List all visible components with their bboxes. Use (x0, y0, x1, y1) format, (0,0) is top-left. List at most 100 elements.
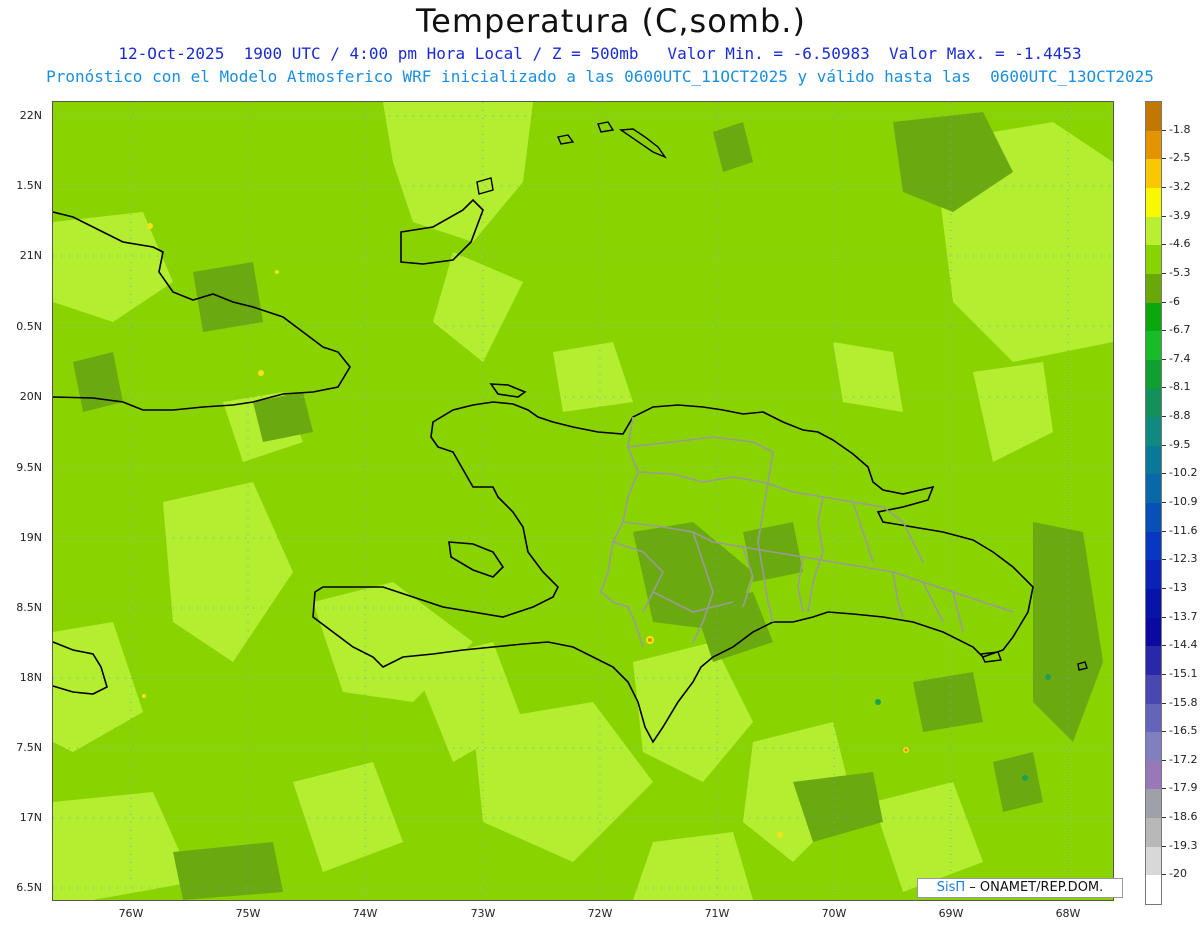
colorbar-tick (1162, 817, 1166, 819)
colorbar-label: -5.3 (1169, 265, 1191, 279)
colorbar-label: -12.3 (1169, 552, 1198, 566)
colorbar-segment (1146, 245, 1161, 275)
colorbar-tick (1162, 616, 1166, 618)
colorbar-label: -10.9 (1169, 495, 1198, 508)
colorbar-tick (1162, 673, 1166, 675)
colorbar-label: -13 (1169, 580, 1187, 594)
colorbar-label: -18.6 (1169, 810, 1198, 824)
colorbar-segment (1146, 331, 1161, 361)
colorbar-segment (1146, 818, 1161, 848)
colorbar-label: -15.1 (1169, 666, 1198, 680)
colorbar-tick (1162, 702, 1166, 704)
temperature-field-map (53, 102, 1113, 900)
onamet-credit: – ONAMET/REP.DOM. (965, 880, 1104, 895)
map-subtitle-model-run: Pronóstico con el Modelo Atmosferico WRF… (46, 67, 1154, 86)
colorbar-label: -20 (1169, 867, 1187, 881)
colorbar-segment (1146, 445, 1161, 475)
colorbar-label: -8.8 (1169, 409, 1191, 423)
lat-label-20-5n: 0.5N (16, 320, 42, 333)
temperature-colorbar (1145, 101, 1162, 905)
colorbar-tick (1162, 301, 1166, 303)
colorbar-tick (1162, 502, 1166, 503)
colorbar-tick (1162, 473, 1166, 475)
lat-label-22n: 22N (19, 109, 42, 122)
colorbar-segment (1146, 789, 1161, 819)
colorbar-label: -19.3 (1169, 838, 1198, 852)
colorbar-tick (1162, 358, 1166, 360)
colorbar-label: -4.6 (1169, 237, 1191, 251)
sispi-brand: SisΠ (936, 880, 966, 895)
lon-label-75w: 75W (235, 907, 261, 920)
colorbar-label: -9.5 (1169, 437, 1191, 451)
lon-label-69w: 69W (938, 907, 964, 920)
colorbar-tick (1162, 587, 1166, 589)
colorbar-segment (1146, 159, 1161, 189)
colorbar-label: -3.9 (1169, 208, 1191, 222)
colorbar-tick (1162, 530, 1166, 532)
colorbar-segment (1146, 560, 1161, 590)
colorbar-label: -6.7 (1169, 323, 1191, 337)
colorbar-tick (1162, 244, 1166, 246)
colorbar-tick (1162, 330, 1166, 332)
lat-label-18n: 18N (19, 671, 42, 684)
colorbar-segment (1146, 760, 1161, 790)
colorbar-tick (1162, 129, 1166, 131)
colorbar-segment (1146, 359, 1161, 389)
lon-label-68w: 68W (1055, 907, 1081, 920)
map-subtitle-valid-time: 12-Oct-2025 1900 UTC / 4:00 pm Hora Loca… (118, 44, 1082, 63)
colorbar-tick (1162, 387, 1166, 389)
colorbar-segment (1146, 846, 1161, 876)
colorbar-segment (1146, 703, 1161, 733)
colorbar-label: -6 (1169, 294, 1180, 308)
colorbar-tick (1162, 158, 1166, 160)
colorbar-label: -1.8 (1169, 122, 1191, 136)
colorbar-segment (1146, 273, 1161, 303)
colorbar-segment (1146, 216, 1161, 246)
lat-label-19n: 19N (19, 531, 42, 544)
colorbar-tick (1162, 559, 1166, 561)
colorbar-segment (1146, 102, 1161, 132)
colorbar-tick (1162, 215, 1166, 217)
lon-label-71w: 71W (704, 907, 730, 920)
colorbar-label: -11.6 (1169, 523, 1198, 537)
colorbar-segment (1146, 588, 1161, 619)
lat-label-21n: 21N (19, 249, 42, 262)
colorbar-segment (1146, 646, 1161, 676)
map-title: Temperatura (C,somb.) (416, 2, 806, 40)
colorbar-label: -15.8 (1169, 695, 1198, 709)
colorbar-label: -17.9 (1169, 781, 1198, 795)
colorbar-label: -14.4 (1169, 638, 1198, 652)
lon-label-70w: 70W (821, 907, 847, 920)
warm-shading-patches (53, 102, 1113, 900)
lon-label-76w: 76W (118, 907, 144, 920)
colorbar-tick (1162, 444, 1166, 446)
lat-label-19-5n: 9.5N (16, 461, 42, 474)
lat-label-21-5n: 1.5N (16, 179, 42, 192)
lon-label-74w: 74W (352, 907, 378, 920)
colorbar-tick (1162, 186, 1166, 188)
credit-box: SisΠ – ONAMET/REP.DOM. (917, 878, 1123, 898)
colorbar-segment (1146, 474, 1161, 504)
lon-label-73w: 73W (470, 907, 496, 920)
colorbar-segment (1146, 388, 1161, 418)
lat-label-17n: 17N (19, 811, 42, 824)
lat-label-17-5n: 7.5N (16, 741, 42, 754)
colorbar-label: -7.4 (1169, 351, 1191, 365)
gonave-island-coast (448, 541, 505, 578)
colorbar-segment (1146, 875, 1161, 905)
colorbar-tick (1162, 645, 1166, 647)
colorbar-tick (1162, 759, 1166, 761)
colorbar-segment (1146, 130, 1161, 160)
tortuga-island-coast (489, 383, 527, 398)
colorbar-segment (1146, 417, 1161, 447)
lat-label-18-5n: 8.5N (16, 601, 42, 614)
colorbar-tick (1162, 731, 1166, 733)
colorbar-tick (1162, 845, 1166, 847)
colorbar-segment (1146, 531, 1161, 561)
colorbar-tick (1162, 416, 1166, 418)
colorbar-segment (1146, 617, 1161, 647)
colorbar-label: -3.2 (1169, 179, 1191, 193)
colorbar-label: -8.1 (1169, 380, 1191, 394)
colorbar-segment (1146, 302, 1161, 332)
lat-label-16-5n: 6.5N (16, 881, 42, 894)
